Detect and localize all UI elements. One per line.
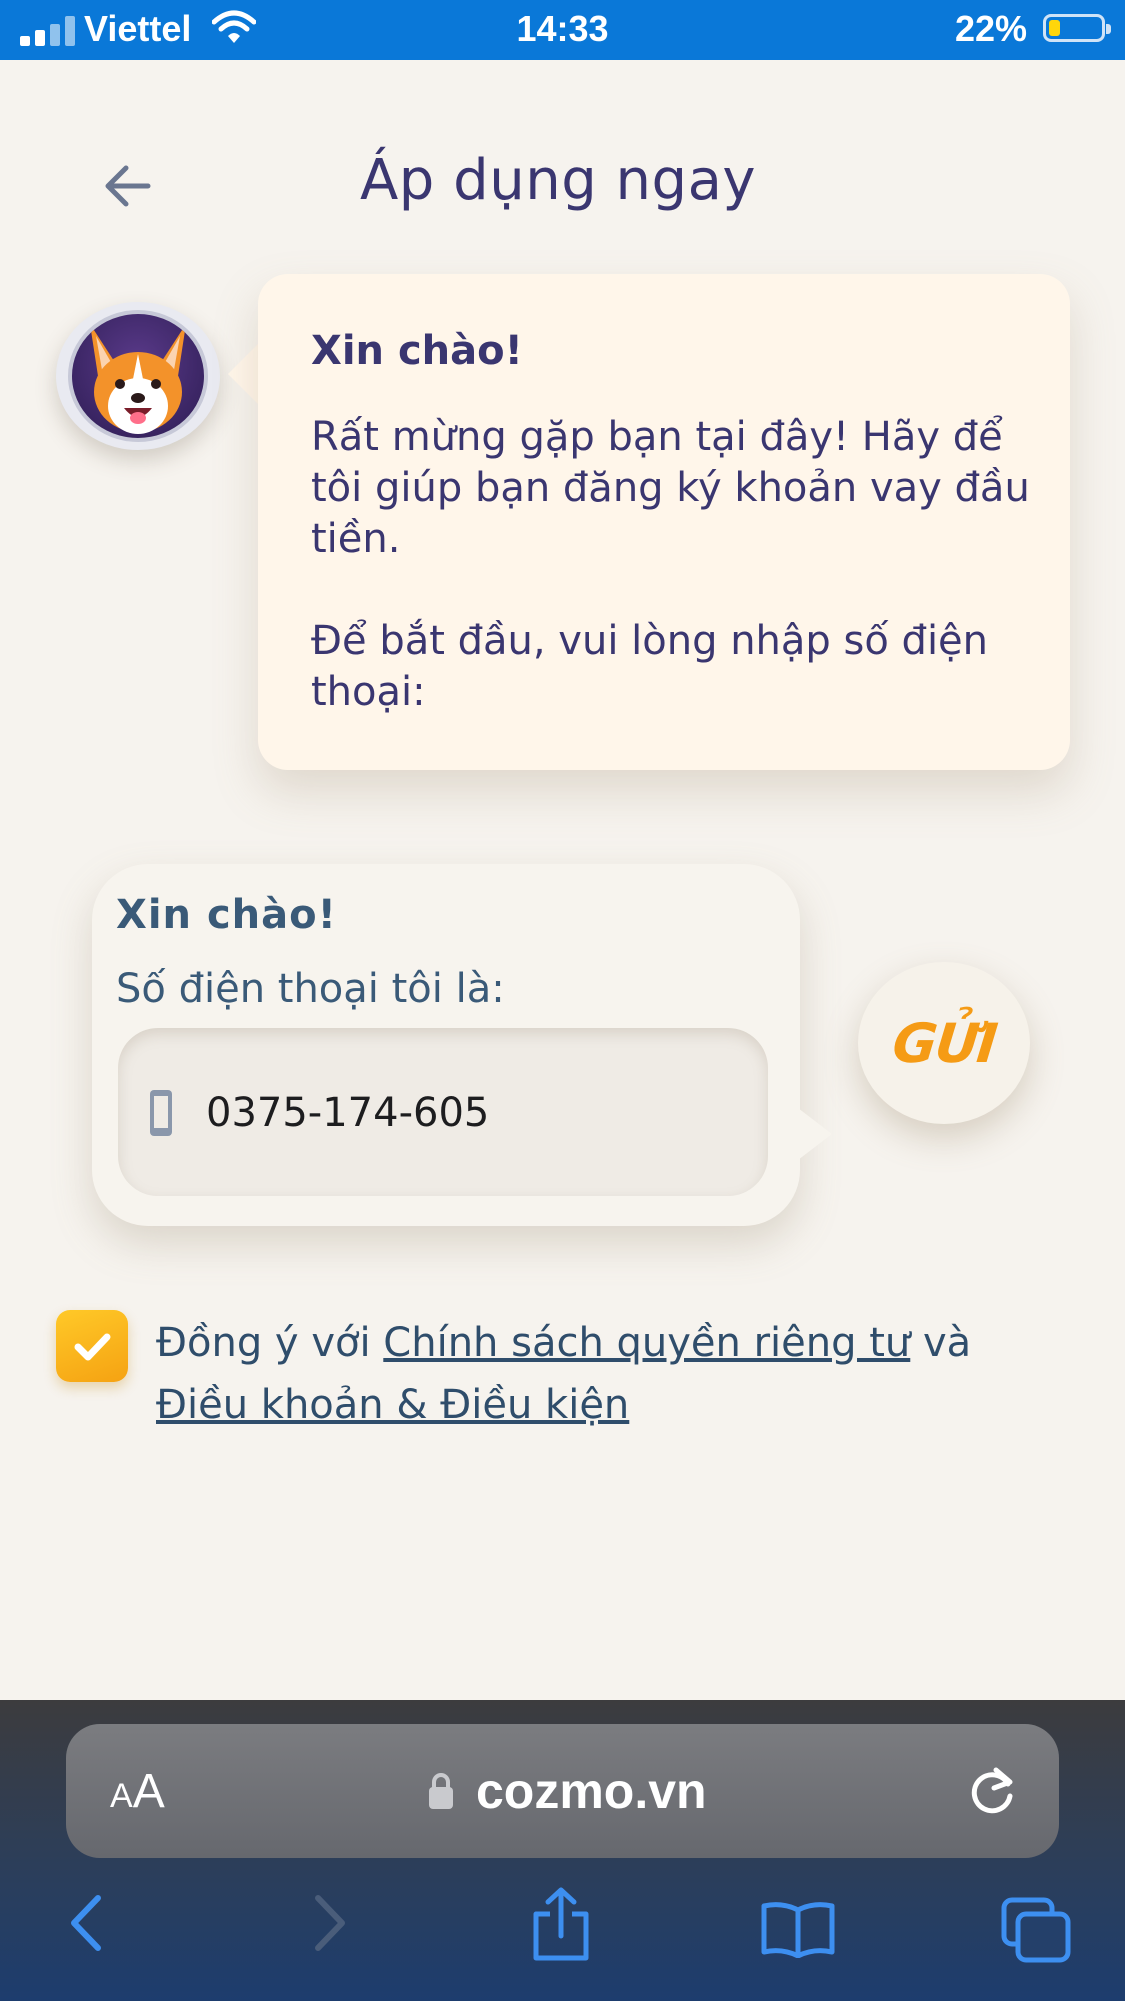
terms-link[interactable]: Điều khoản & Điều kiện: [156, 1382, 629, 1428]
consent-text: Đồng ý với Chính sách quyền riêng tư và …: [156, 1312, 1056, 1436]
bot-bubble-tail: [228, 340, 262, 408]
consent-prefix: Đồng ý với: [156, 1320, 384, 1366]
page-title: Áp dụng ngay: [360, 148, 757, 213]
battery-level: [1049, 20, 1060, 36]
phone-label: Số điện thoại tôi là:: [116, 966, 505, 1012]
send-button[interactable]: GỬI: [858, 962, 1030, 1124]
back-arrow-icon[interactable]: [100, 160, 160, 212]
privacy-policy-link[interactable]: Chính sách quyền riêng tư: [383, 1320, 910, 1366]
battery-icon: [1043, 14, 1111, 42]
consent-checkbox[interactable]: [56, 1310, 128, 1382]
corgi-avatar: [56, 302, 220, 450]
lock-icon: [429, 1773, 453, 1809]
battery-percent: 22%: [954, 8, 1027, 49]
send-button-label: GỬI: [889, 1011, 999, 1075]
tabs-icon[interactable]: [1000, 1896, 1072, 1964]
user-greeting: Xin chào!: [116, 892, 337, 938]
status-bar: Viettel 14:33 22%: [0, 0, 1125, 60]
text-size-button[interactable]: AA: [110, 1764, 165, 1819]
forward-icon[interactable]: [310, 1894, 350, 1952]
back-icon[interactable]: [66, 1894, 106, 1952]
bot-message-intro: Rất mừng gặp bạn tại đây! Hãy để tôi giú…: [311, 414, 1030, 562]
phone-input[interactable]: [206, 1086, 726, 1140]
bot-greeting: Xin chào!: [311, 328, 523, 374]
user-bubble-tail: [798, 1108, 832, 1160]
reload-icon[interactable]: [966, 1764, 1020, 1818]
corgi-icon: [90, 324, 186, 434]
share-icon[interactable]: [530, 1886, 592, 1962]
checkmark-icon: [74, 1333, 111, 1361]
mobile-phone-icon: [150, 1090, 172, 1136]
bookmarks-icon[interactable]: [760, 1900, 836, 1958]
bot-message-instruction: Để bắt đầu, vui lòng nhập số điện thoại:: [311, 618, 989, 715]
consent-joiner: và: [910, 1320, 972, 1366]
url-text[interactable]: cozmo.vn: [476, 1762, 707, 1820]
